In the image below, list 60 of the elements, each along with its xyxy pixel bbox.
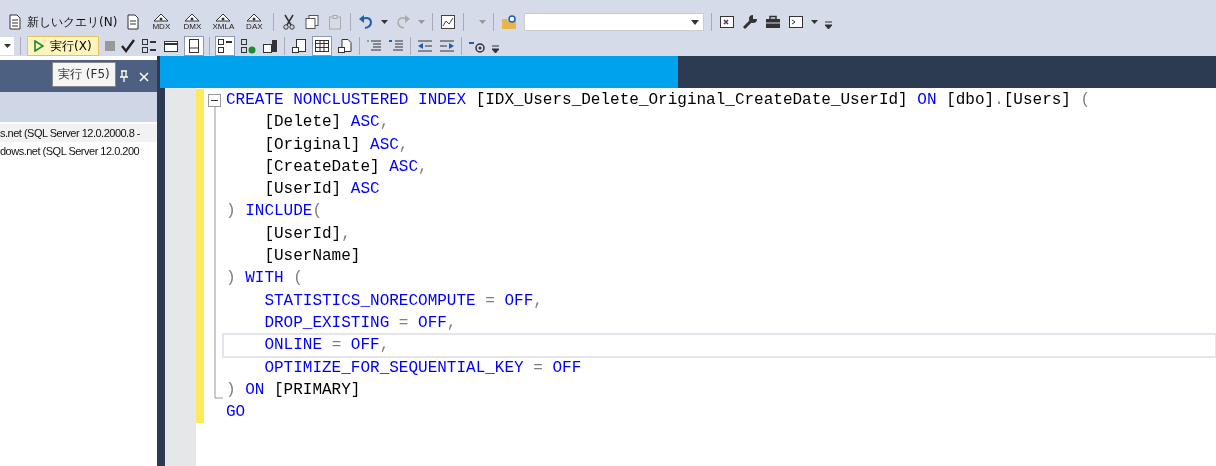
dropdown-field[interactable]	[524, 13, 705, 31]
pane-icon[interactable]	[184, 37, 203, 55]
code-line: OPTIMIZE_FOR_SEQUENTIAL_KEY = OFF	[263, 357, 583, 379]
window-icon[interactable]	[162, 38, 179, 54]
caret-icon	[3, 44, 11, 48]
grid-icon[interactable]	[312, 37, 331, 55]
panel-splitter[interactable]	[157, 56, 165, 466]
code-line: ) INCLUDE(	[226, 201, 324, 223]
query-type-button[interactable]: DMX	[180, 13, 205, 31]
indent-icon[interactable]	[438, 38, 455, 54]
fold-marker-icon[interactable]	[208, 94, 221, 107]
overflow-icon[interactable]	[491, 45, 499, 53]
server-node[interactable]: s.net (SQL Server 12.0.2000.8 -	[0, 124, 157, 142]
code-line: ) WITH (	[226, 268, 304, 290]
code-line: ONLINE = OFF,	[223, 334, 1216, 357]
new-query-button[interactable]: 新しいクエリ(N)	[6, 13, 120, 31]
code-line: [UserId],	[263, 223, 352, 245]
code-line: [UserId] ASC	[263, 179, 381, 201]
tooltip: 実行 (F5)	[52, 62, 116, 87]
overflow-icon[interactable]	[825, 21, 833, 29]
wrench-icon[interactable]	[742, 14, 759, 30]
toolbox-icon[interactable]	[765, 14, 782, 30]
code-line: [Delete] ASC,	[263, 112, 391, 134]
query-type-button[interactable]: MDX	[149, 13, 174, 31]
server-node[interactable]: dows.net (SQL Server 12.0.200	[0, 142, 157, 160]
caret-icon[interactable]	[381, 20, 389, 24]
query-type-button[interactable]: XMLA	[211, 13, 236, 31]
chart-window-icon[interactable]	[440, 14, 457, 30]
play-icon	[34, 40, 44, 52]
execute-button[interactable]: 実行(X)	[27, 36, 99, 56]
uncomment-lines-icon[interactable]	[387, 38, 404, 54]
chart-icon[interactable]	[261, 38, 278, 54]
console-icon[interactable]	[788, 14, 805, 30]
tree-check-icon[interactable]	[239, 38, 256, 54]
document-icon	[8, 14, 22, 30]
tree-icon[interactable]	[140, 38, 157, 54]
code-line: ) ON [PRIMARY]	[226, 379, 362, 401]
clipboard-icon[interactable]	[327, 14, 344, 30]
caret-icon[interactable]	[811, 20, 819, 24]
file-results-icon[interactable]	[336, 38, 353, 54]
tree-icon[interactable]	[215, 37, 234, 55]
code-line: STATISTICS_NORECOMPUTE = OFF,	[263, 290, 544, 312]
window-icon[interactable]	[719, 14, 736, 30]
comment-lines-icon[interactable]	[365, 38, 382, 54]
code-line: [Original] ASC,	[263, 134, 410, 156]
outdent-icon[interactable]	[416, 38, 433, 54]
code-line: CREATE NONCLUSTERED INDEX [IDX_Users_Delete_Original_CreateDate_UserId] ON [dbo].[Users] (	[226, 90, 1092, 111]
copy-icon[interactable]	[304, 14, 321, 30]
scissors-icon[interactable]	[281, 14, 298, 30]
dropdown-field[interactable]	[0, 37, 14, 55]
undo-arrow-icon[interactable]	[358, 14, 375, 30]
code-line: [CreateDate] ASC,	[263, 156, 429, 178]
check-icon[interactable]	[120, 39, 135, 53]
text-results-icon[interactable]	[290, 38, 307, 54]
code-line: GO	[226, 402, 247, 424]
folder-search-icon[interactable]	[501, 14, 518, 30]
caret-icon	[691, 19, 700, 25]
code-line: DROP_EXISTING = OFF,	[263, 312, 458, 334]
code-line: [UserName]	[263, 246, 362, 268]
query-type-button[interactable]: DAX	[242, 13, 267, 31]
